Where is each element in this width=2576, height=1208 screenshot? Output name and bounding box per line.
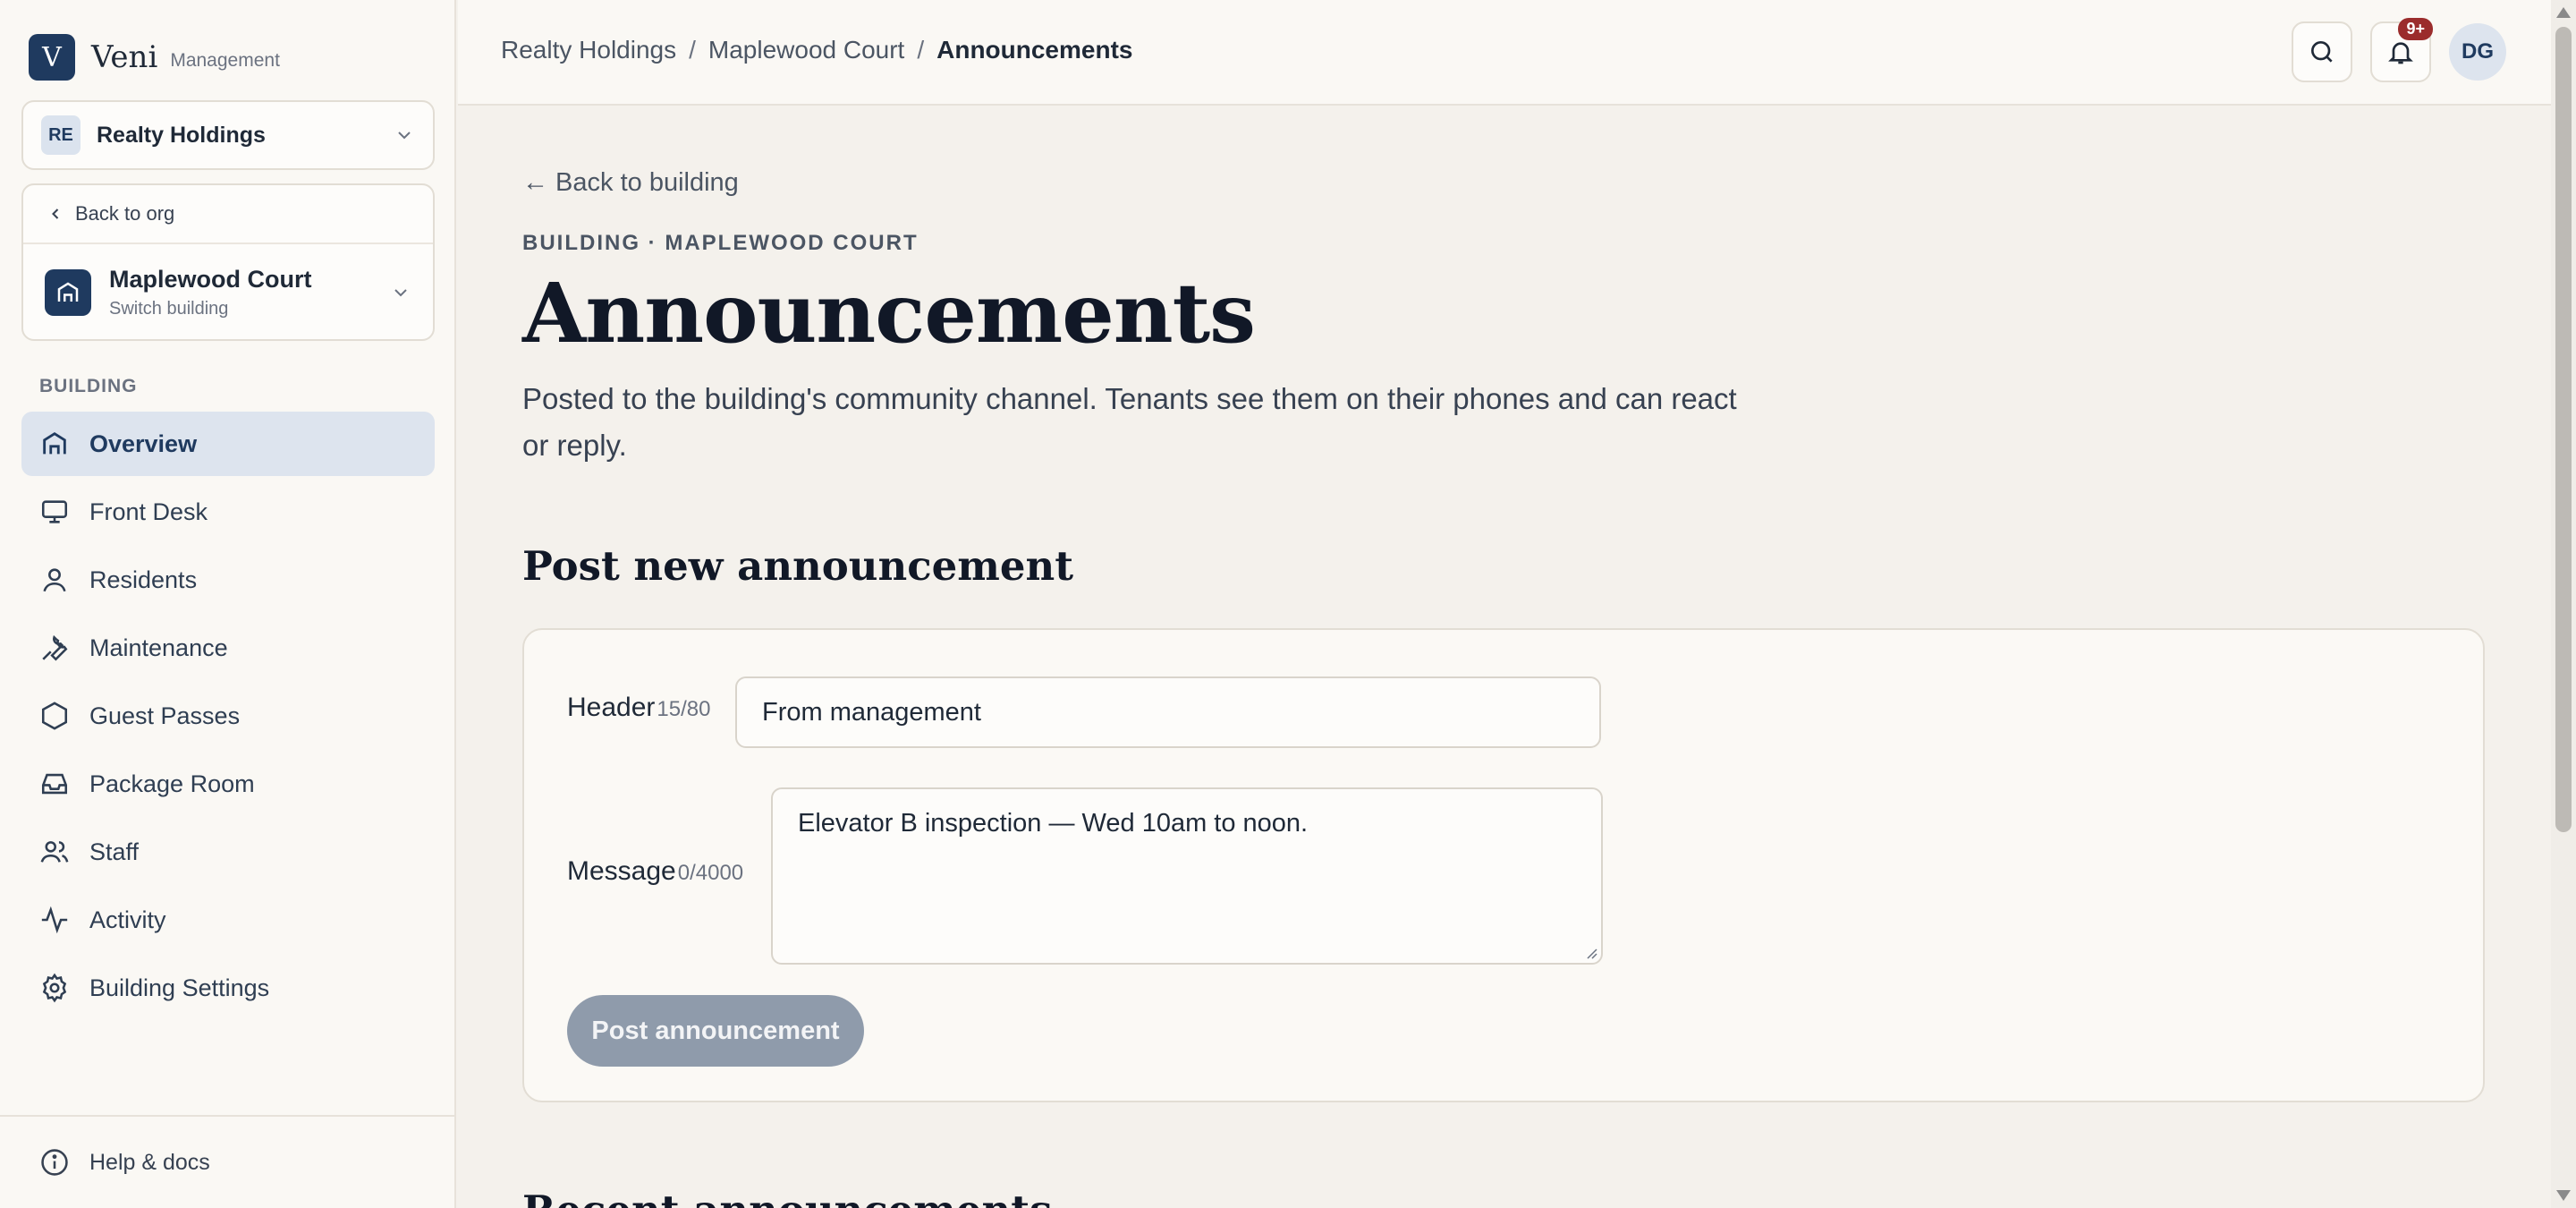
sidebar-item-maintenance[interactable]: Maintenance	[21, 616, 435, 680]
activity-icon	[41, 906, 68, 934]
sidebar-item-label: Activity	[89, 906, 166, 933]
org-badge: RE	[41, 115, 80, 155]
chevron-down-icon	[394, 289, 407, 297]
search-button[interactable]	[2292, 21, 2352, 82]
sidebar-item-package-room[interactable]: Package Room	[21, 752, 435, 816]
sidebar-item-label: Staff	[89, 838, 140, 865]
switch-building-label: Switch building	[109, 299, 229, 319]
page-eyebrow: BUILDING · MAPLEWOOD COURT	[522, 231, 919, 255]
sidebar-item-activity[interactable]: Activity	[21, 888, 435, 952]
sidebar-item-staff[interactable]: Staff	[21, 820, 435, 884]
chevron-left-icon	[52, 208, 59, 219]
sidebar-nav: Overview Front Desk Residents Maintenanc…	[21, 412, 435, 1024]
home-icon	[43, 431, 66, 455]
help-docs-label: Help & docs	[89, 1149, 210, 1175]
message-textarea[interactable]: Elevator B inspection — Wed 10am to noon…	[771, 787, 1603, 965]
header-label-group: Header15/80	[567, 693, 710, 723]
sidebar-item-overview[interactable]: Overview	[21, 412, 435, 476]
header-input[interactable]: From management	[735, 676, 1601, 748]
breadcrumb-current: Announcements	[936, 36, 1133, 64]
header-label: Header	[567, 693, 656, 722]
header-char-counter: 15/80	[657, 697, 711, 721]
breadcrumb-building[interactable]: Maplewood Court	[708, 36, 904, 64]
breadcrumb-separator: /	[689, 36, 696, 64]
org-selector[interactable]: RE Realty Holdings	[21, 100, 435, 170]
sidebar-item-guest-passes[interactable]: Guest Passes	[21, 684, 435, 748]
breadcrumb-separator: /	[917, 36, 925, 64]
brand-subtitle: Management	[170, 50, 280, 71]
scroll-down-arrow-icon[interactable]	[2556, 1190, 2571, 1201]
page-scrollbar[interactable]	[2551, 0, 2576, 1208]
topbar: Realty Holdings / Maplewood Court / Anno…	[458, 0, 2551, 106]
info-icon	[41, 1149, 68, 1176]
user-icon	[43, 568, 66, 592]
notifications-button[interactable]: 9+	[2370, 18, 2433, 82]
page-title: Announcements	[522, 265, 1256, 362]
message-label: Message	[567, 856, 676, 886]
wrench-icon	[42, 634, 68, 661]
sidebar-item-label: Overview	[89, 430, 198, 457]
sidebar-item-residents[interactable]: Residents	[21, 548, 435, 612]
main-viewport: ← Back to building BUILDING · MAPLEWOOD …	[458, 106, 2551, 1208]
page-description: Posted to the building's community chann…	[522, 382, 1737, 462]
brand-logo: V	[29, 34, 75, 81]
building-name: Maplewood Court	[109, 266, 312, 293]
bell-icon	[2388, 42, 2413, 64]
help-docs-link[interactable]: Help & docs	[0, 1115, 456, 1208]
message-label-group: Message0/4000	[567, 856, 743, 887]
scrollbar-thumb[interactable]	[2555, 27, 2572, 832]
monitor-icon	[41, 500, 68, 523]
scroll-up-arrow-icon[interactable]	[2556, 7, 2571, 18]
back-to-building-link[interactable]: ← Back to building	[522, 168, 739, 198]
chevron-down-icon	[398, 132, 411, 140]
breadcrumb-org[interactable]: Realty Holdings	[501, 36, 676, 64]
notification-count-badge: 9+	[2398, 18, 2433, 40]
header-input-value: From management	[762, 697, 981, 727]
post-section-title: Post new announcement	[522, 542, 1074, 590]
breadcrumb: Realty Holdings / Maplewood Court / Anno…	[501, 36, 1132, 64]
gear-icon	[42, 973, 67, 1003]
hexagon-icon	[41, 702, 68, 730]
users-icon	[40, 841, 69, 863]
building-icon	[45, 269, 91, 316]
back-to-org-label: Back to org	[75, 202, 175, 225]
message-char-counter: 0/4000	[677, 861, 744, 885]
building-switcher: Back to org Maplewood Court Switch build…	[21, 183, 435, 341]
sidebar-item-label: Residents	[89, 566, 198, 593]
sidebar-item-label: Maintenance	[89, 634, 228, 661]
message-textarea-value: Elevator B inspection — Wed 10am to noon…	[798, 809, 1309, 838]
recent-announcements-title: Recent announcements	[522, 1187, 1052, 1208]
back-to-org-link[interactable]: Back to org	[23, 185, 433, 244]
sidebar: V Veni Management RE Realty Holdings Bac…	[0, 0, 456, 1208]
sidebar-item-label: Guest Passes	[89, 702, 241, 729]
resize-handle-icon[interactable]	[1585, 947, 1597, 959]
building-selector[interactable]: Maplewood Court Switch building	[23, 244, 433, 339]
avatar[interactable]: DG	[2449, 23, 2506, 81]
sidebar-item-label: Front Desk	[89, 498, 208, 525]
brand[interactable]: V Veni Management	[29, 34, 280, 81]
sidebar-item-label: Package Room	[89, 770, 255, 797]
announcement-form: Header15/80 From management Message0/400…	[522, 628, 2485, 1102]
inbox-icon	[41, 773, 68, 795]
sidebar-item-label: Building Settings	[89, 974, 270, 1001]
brand-name: Veni	[91, 39, 158, 75]
post-announcement-button[interactable]: Post announcement	[567, 995, 864, 1067]
sidebar-item-building-settings[interactable]: Building Settings	[21, 956, 435, 1020]
org-name: Realty Holdings	[97, 122, 266, 148]
nav-section-label: BUILDING	[39, 376, 138, 396]
search-icon	[2311, 41, 2333, 63]
sidebar-item-front-desk[interactable]: Front Desk	[21, 480, 435, 544]
